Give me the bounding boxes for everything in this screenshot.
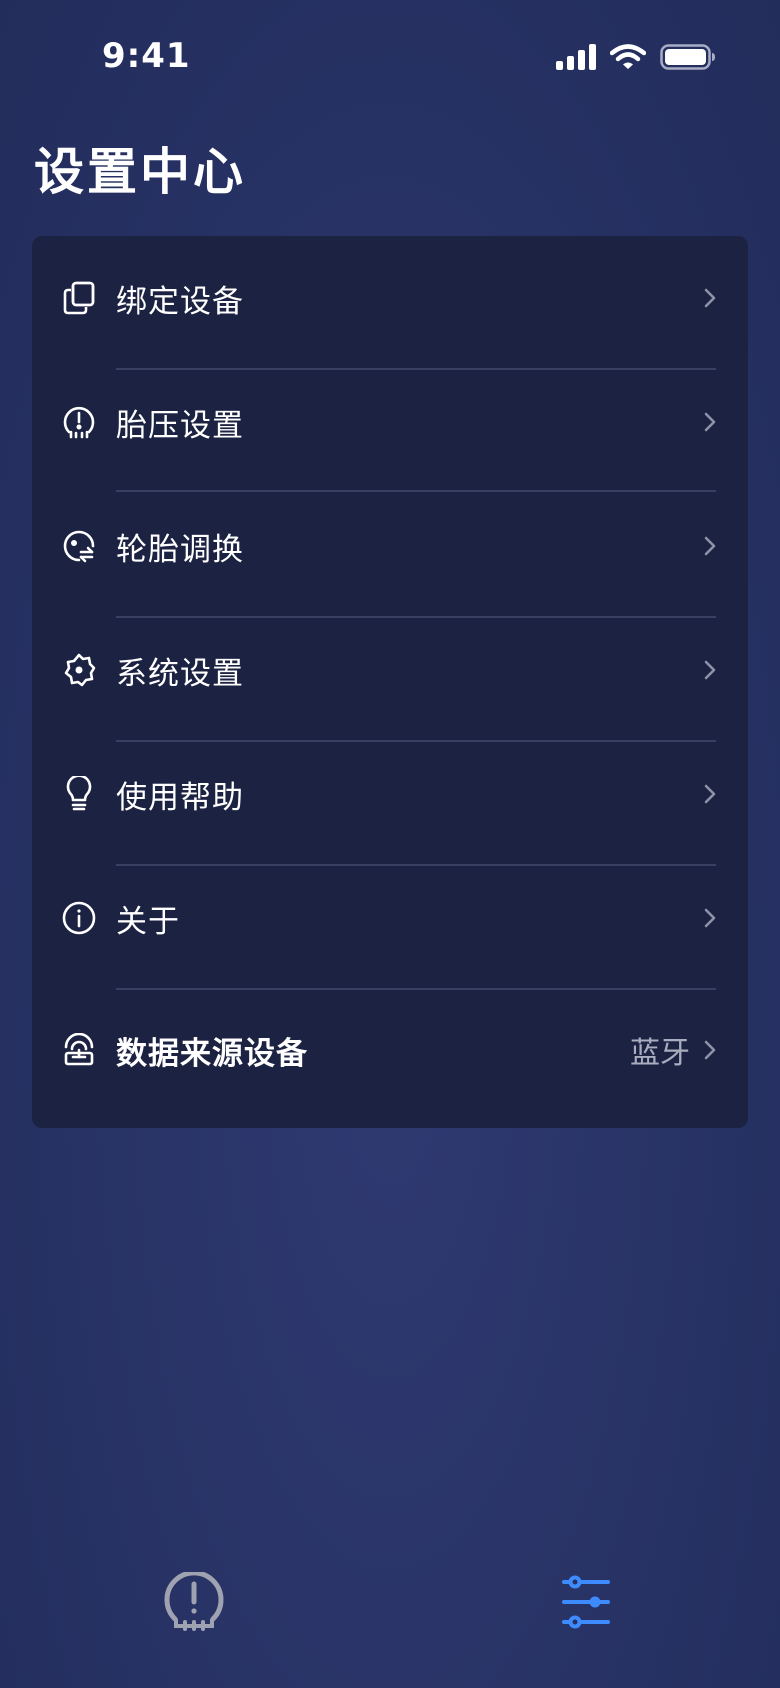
tab-settings[interactable] bbox=[546, 1564, 626, 1644]
wifi-icon bbox=[609, 44, 647, 74]
lightbulb-icon bbox=[60, 775, 98, 813]
tire-rotation-icon bbox=[60, 527, 98, 565]
chevron-right-icon bbox=[700, 782, 720, 806]
menu-item-label: 系统设置 bbox=[116, 655, 244, 692]
tab-tire-pressure[interactable] bbox=[154, 1564, 234, 1644]
menu-item-system-settings[interactable]: 系统设置 bbox=[32, 608, 748, 732]
signal-device-icon bbox=[60, 1031, 98, 1069]
menu-item-help[interactable]: 使用帮助 bbox=[32, 732, 748, 856]
chevron-right-icon bbox=[700, 410, 720, 434]
menu-item-label: 数据来源设备 bbox=[116, 1035, 308, 1072]
menu-item-tire-pressure-settings[interactable]: 胎压设置 bbox=[32, 360, 748, 484]
cellular-signal-icon bbox=[556, 44, 596, 74]
tire-pressure-icon bbox=[60, 403, 98, 441]
chevron-right-icon bbox=[700, 658, 720, 682]
menu-item-tire-rotation[interactable]: 轮胎调换 bbox=[32, 484, 748, 608]
menu-item-label: 使用帮助 bbox=[116, 779, 244, 816]
menu-item-bind-device[interactable]: 绑定设备 bbox=[32, 236, 748, 360]
chevron-right-icon bbox=[700, 286, 720, 310]
menu-item-about[interactable]: 关于 bbox=[32, 856, 748, 980]
tab-bar bbox=[0, 1528, 780, 1688]
settings-card: 绑定设备 胎压设置 轮胎调换 系统设置 使用帮助 关于 数据来源设备 蓝牙 bbox=[32, 236, 748, 1128]
menu-item-label: 胎压设置 bbox=[116, 407, 244, 444]
chevron-right-icon bbox=[700, 906, 720, 930]
status-bar: 9:41 bbox=[0, 0, 780, 118]
page-title: 设置中心 bbox=[34, 143, 246, 201]
menu-item-label: 轮胎调换 bbox=[116, 531, 244, 568]
battery-icon bbox=[660, 44, 716, 74]
menu-item-label: 绑定设备 bbox=[116, 283, 244, 320]
copy-devices-icon bbox=[60, 279, 98, 317]
sliders-icon bbox=[558, 1574, 614, 1634]
data-source-value: 蓝牙 bbox=[630, 1036, 690, 1071]
menu-item-data-source-device[interactable]: 数据来源设备 蓝牙 bbox=[32, 988, 748, 1112]
info-icon bbox=[60, 899, 98, 937]
status-icons bbox=[556, 44, 716, 74]
status-time: 9:41 bbox=[102, 36, 191, 76]
tire-pressure-icon bbox=[162, 1570, 226, 1636]
chevron-right-icon bbox=[700, 1038, 720, 1062]
chevron-right-icon bbox=[700, 534, 720, 558]
menu-item-label: 关于 bbox=[116, 903, 180, 940]
gear-icon bbox=[60, 651, 98, 689]
